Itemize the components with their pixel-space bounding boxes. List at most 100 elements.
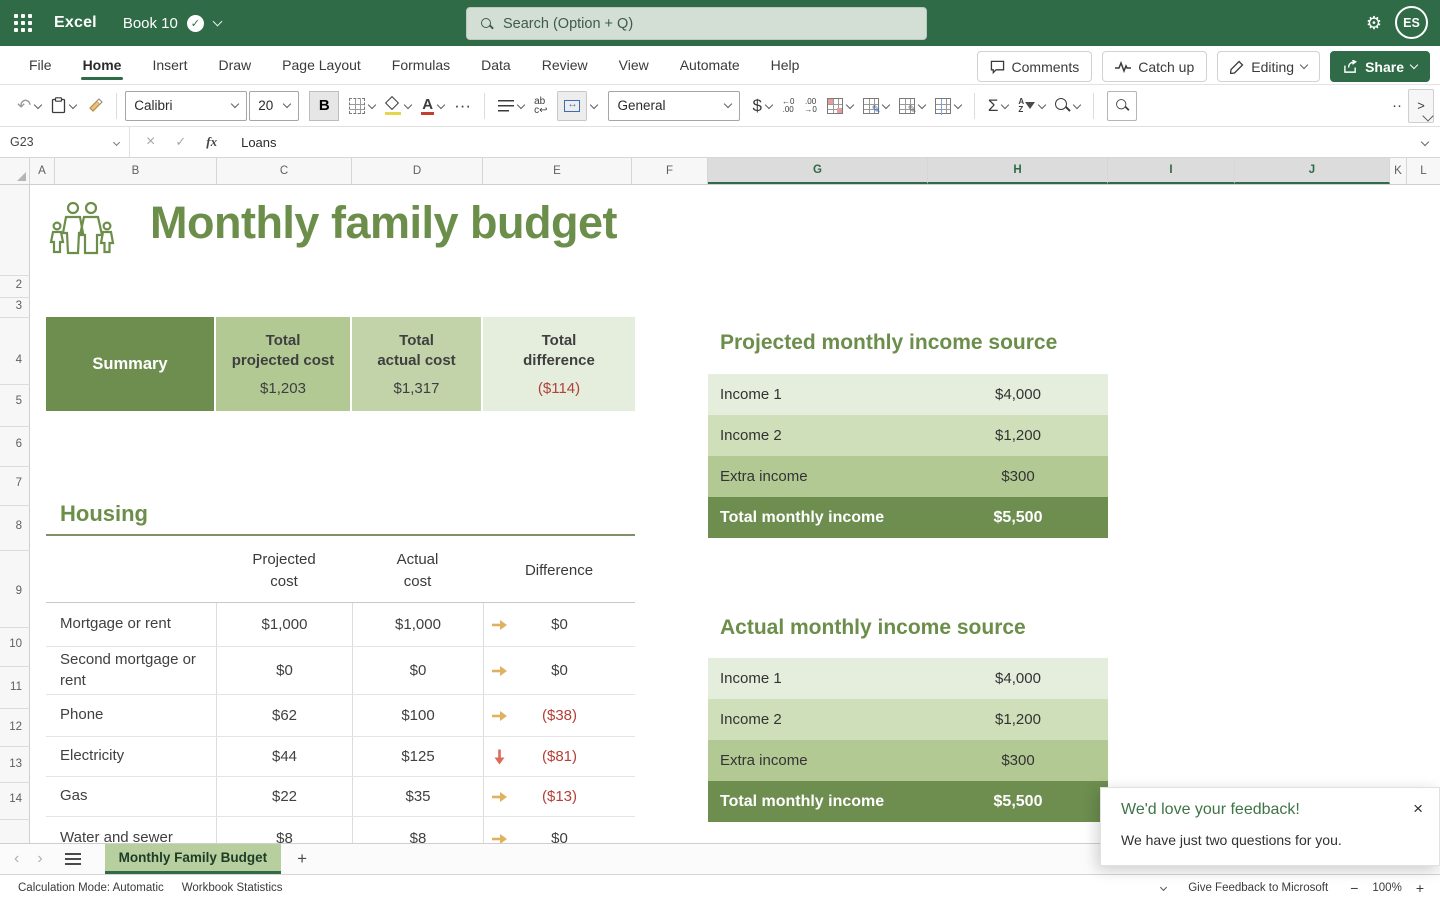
close-icon[interactable]: ×: [1413, 799, 1423, 819]
row-header-5[interactable]: 5: [16, 395, 22, 407]
column-header-F[interactable]: F: [632, 158, 708, 184]
wrap-text-button[interactable]: abc↩: [534, 97, 547, 115]
housing-row-electricity[interactable]: Electricity $44 $125 ($81): [46, 737, 635, 777]
add-sheet-icon[interactable]: +: [297, 849, 307, 869]
workbook-statistics-button[interactable]: Workbook Statistics: [182, 882, 283, 894]
actual-income-heading-cell[interactable]: Actual monthly income source: [720, 616, 1026, 640]
workbook-menu-chevron-icon[interactable]: [212, 16, 222, 26]
housing-col-actual[interactable]: Actual cost: [352, 539, 483, 602]
currency-format-button[interactable]: $: [752, 96, 771, 116]
row-header-8[interactable]: 8: [16, 520, 22, 532]
housing-heading-cell[interactable]: Housing: [60, 501, 148, 527]
column-header-C[interactable]: C: [217, 158, 352, 184]
column-header-D[interactable]: D: [352, 158, 483, 184]
select-all-corner[interactable]: [0, 158, 30, 184]
zoom-in-icon[interactable]: +: [1416, 880, 1424, 896]
row-header-9[interactable]: 9: [16, 585, 22, 597]
tab-file[interactable]: File: [27, 48, 54, 82]
all-sheets-menu-icon[interactable]: [65, 853, 81, 865]
projected-income-row-extra[interactable]: Extra income$300: [708, 456, 1108, 497]
autosum-button[interactable]: Σ: [988, 96, 1009, 116]
workbook-name[interactable]: Book 10: [123, 15, 178, 32]
cell-styles-button[interactable]: ✎: [899, 98, 925, 114]
insert-table-button[interactable]: [935, 98, 961, 114]
column-header-H[interactable]: H: [928, 158, 1108, 184]
projected-income-row-2[interactable]: Income 2$1,200: [708, 415, 1108, 456]
housing-row-mortgage[interactable]: Mortgage or rent $1,000 $1,000 $0: [46, 603, 635, 647]
tab-draw[interactable]: Draw: [216, 48, 253, 82]
tab-automate[interactable]: Automate: [678, 48, 742, 82]
insert-function-icon[interactable]: fx: [206, 134, 217, 150]
analyze-data-button[interactable]: [1107, 91, 1137, 121]
housing-row-phone[interactable]: Phone $62 $100 ($38): [46, 695, 635, 737]
sheet-tab-monthly-family-budget[interactable]: Monthly Family Budget: [105, 844, 282, 874]
sheet-title-cell[interactable]: Monthly family budget: [150, 197, 617, 249]
next-sheet-icon[interactable]: ›: [37, 851, 42, 867]
row-header-12[interactable]: 12: [9, 721, 22, 733]
font-name-select[interactable]: Calibri: [125, 91, 247, 121]
spreadsheet-canvas[interactable]: Monthly family budget Summary Total proj…: [30, 185, 1440, 843]
search-input[interactable]: [503, 16, 926, 32]
row-header-7[interactable]: 7: [16, 477, 22, 489]
summary-projected-cell[interactable]: Total projected cost $1,203: [216, 317, 352, 411]
conditional-formatting-button[interactable]: [827, 98, 853, 114]
tab-help[interactable]: Help: [769, 48, 802, 82]
summary-actual-cell[interactable]: Total actual cost $1,317: [352, 317, 483, 411]
tab-insert[interactable]: Insert: [150, 48, 189, 82]
projected-income-total-row[interactable]: Total monthly income$5,500: [708, 497, 1108, 538]
column-header-B[interactable]: B: [55, 158, 217, 184]
row-header-14[interactable]: 14: [9, 793, 22, 805]
borders-button[interactable]: [349, 98, 375, 114]
catch-up-button[interactable]: Catch up: [1102, 51, 1207, 82]
tab-data[interactable]: Data: [479, 48, 513, 82]
toolbar-overflow-dots[interactable]: ··: [1392, 97, 1402, 114]
tab-review[interactable]: Review: [540, 48, 590, 82]
housing-col-difference[interactable]: Difference: [483, 539, 635, 602]
autosave-status-icon[interactable]: ✓: [187, 15, 204, 32]
column-header-A[interactable]: A: [30, 158, 55, 184]
summary-difference-cell[interactable]: Total difference ($114): [483, 317, 635, 411]
editing-mode-button[interactable]: Editing: [1217, 51, 1320, 82]
calculation-mode-status[interactable]: Calculation Mode: Automatic: [18, 882, 164, 894]
alignment-button[interactable]: [498, 100, 524, 112]
tab-page-layout[interactable]: Page Layout: [280, 48, 363, 82]
tab-view[interactable]: View: [617, 48, 651, 82]
format-painter-button[interactable]: [86, 98, 103, 114]
zoom-level[interactable]: 100%: [1372, 882, 1401, 894]
row-header-3[interactable]: 3: [16, 300, 22, 312]
find-button[interactable]: [1055, 98, 1080, 113]
zoom-out-icon[interactable]: −: [1350, 880, 1358, 896]
sort-filter-button[interactable]: AZ: [1018, 98, 1045, 114]
give-feedback-link[interactable]: Give Feedback to Microsoft: [1188, 882, 1328, 894]
row-header-13[interactable]: 13: [9, 758, 22, 770]
housing-row-second-mortgage[interactable]: Second mortgage or rent $0 $0 $0: [46, 647, 635, 695]
app-launcher-icon[interactable]: [14, 14, 32, 32]
prev-sheet-icon[interactable]: ‹: [14, 851, 19, 867]
column-header-G[interactable]: G: [708, 158, 928, 184]
undo-button[interactable]: ↶: [17, 96, 41, 116]
account-avatar[interactable]: ES: [1395, 6, 1428, 39]
confirm-entry-icon[interactable]: ✓: [175, 134, 186, 150]
merge-center-button[interactable]: [557, 91, 597, 121]
cancel-entry-icon[interactable]: ×: [146, 133, 155, 151]
actual-income-total-row[interactable]: Total monthly income$5,500: [708, 781, 1108, 822]
bold-button[interactable]: B: [309, 91, 339, 121]
row-header-6[interactable]: 6: [16, 438, 22, 450]
housing-col-projected[interactable]: Projected cost: [216, 539, 352, 602]
paste-button[interactable]: [51, 97, 76, 114]
housing-row-water-sewer[interactable]: Water and sewer $8 $8 $0: [46, 817, 635, 843]
settings-gear-icon[interactable]: ⚙: [1364, 13, 1384, 33]
column-header-I[interactable]: I: [1108, 158, 1235, 184]
summary-header-cell[interactable]: Summary: [46, 317, 216, 411]
row-header-10[interactable]: 10: [9, 638, 22, 650]
column-header-E[interactable]: E: [483, 158, 632, 184]
row-header-2[interactable]: 2: [16, 279, 22, 291]
projected-income-row-1[interactable]: Income 1$4,000: [708, 374, 1108, 415]
formula-content[interactable]: Loans: [241, 135, 1422, 150]
comments-button[interactable]: Comments: [977, 51, 1093, 82]
status-options-chevron-icon[interactable]: [1160, 884, 1167, 891]
actual-income-row-2[interactable]: Income 2$1,200: [708, 699, 1108, 740]
column-header-J[interactable]: J: [1235, 158, 1390, 184]
number-format-select[interactable]: General: [608, 91, 740, 121]
fill-color-button[interactable]: [385, 98, 411, 114]
